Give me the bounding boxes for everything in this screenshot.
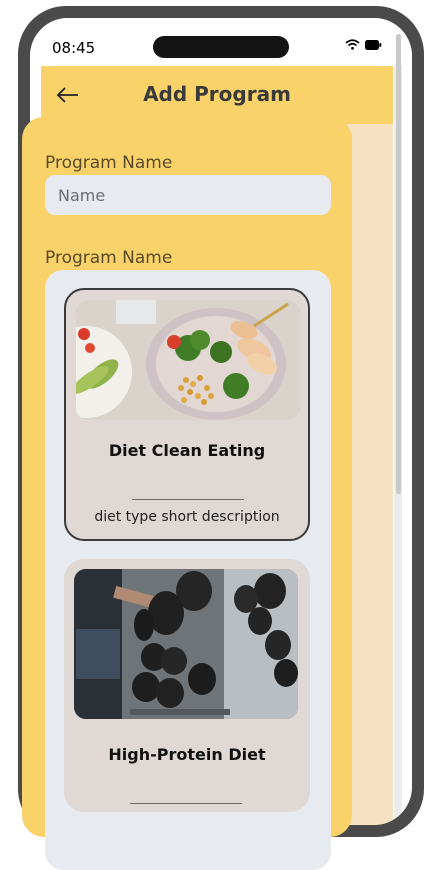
wifi-icon <box>345 39 360 50</box>
program-list[interactable]: Diet Clean Eating diet type short descri… <box>45 270 331 870</box>
add-program-form: Program Name Program Name <box>22 117 352 870</box>
program-card-high-protein-diet[interactable]: High-Protein Diet <box>64 559 310 812</box>
status-time: 08:45 <box>52 39 96 57</box>
status-icons <box>345 39 382 50</box>
high-protein-dumbbells-image <box>74 569 298 719</box>
card-divider <box>130 803 242 804</box>
program-name-input[interactable] <box>45 175 331 215</box>
scrollbar-thumb[interactable] <box>396 34 401 494</box>
clean-eating-food-image <box>76 300 300 420</box>
page-title: Add Program <box>143 82 291 106</box>
app-bar: Add Program <box>41 66 393 124</box>
program-title: High-Protein Diet <box>108 745 266 764</box>
program-title: Diet Clean Eating <box>108 441 266 460</box>
program-name-label: Program Name <box>45 153 173 173</box>
program-type-label: Program Name <box>45 248 173 268</box>
program-card-diet-clean-eating[interactable]: Diet Clean Eating diet type short descri… <box>64 288 310 541</box>
status-bar: 08:45 <box>30 18 412 66</box>
camera-notch <box>153 36 289 58</box>
program-description: diet type short description <box>94 509 280 525</box>
card-divider <box>132 499 244 500</box>
battery-icon <box>365 39 382 50</box>
